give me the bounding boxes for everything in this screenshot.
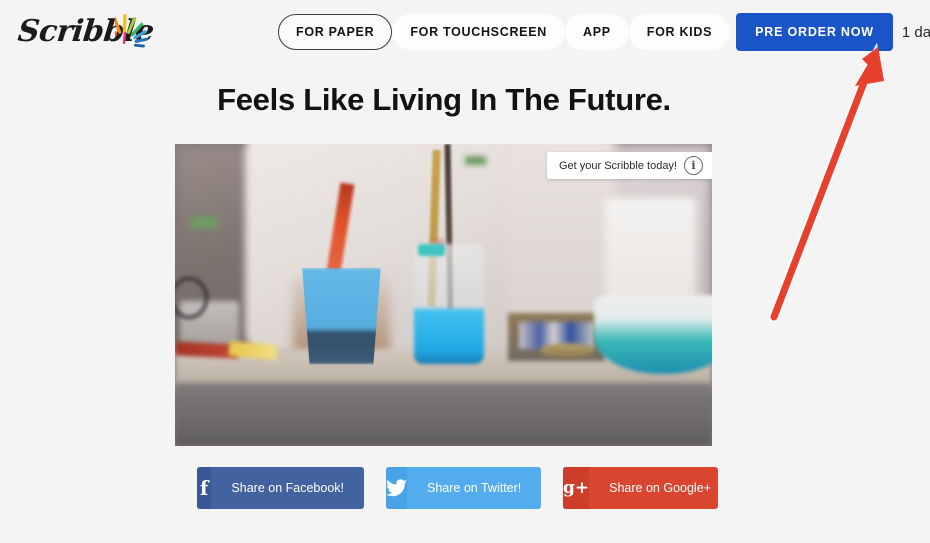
- share-googleplus-button[interactable]: g+ Share on Google+: [563, 467, 718, 509]
- twitter-icon: [386, 467, 407, 509]
- nav-item-for-kids[interactable]: FOR KIDS: [628, 14, 731, 50]
- video-still: [175, 144, 712, 446]
- site-logo[interactable]: Scribble: [16, 10, 155, 56]
- video-player[interactable]: Get your Scribble today! i: [175, 144, 712, 446]
- share-facebook-label: Share on Facebook!: [231, 481, 344, 495]
- twitter-bird-glyph: [386, 479, 407, 497]
- nav-item-label: FOR TOUCHSCREEN: [410, 25, 547, 39]
- info-icon-glyph: i: [691, 159, 696, 172]
- pre-order-now-button[interactable]: PRE ORDER NOW: [736, 13, 893, 51]
- share-twitter-label: Share on Twitter!: [427, 481, 522, 495]
- share-googleplus-label: Share on Google+: [609, 481, 711, 495]
- google-plus-icon-glyph: g+: [563, 478, 590, 498]
- page-root: Scribble FOR PAPER FOR TOUCHSCREEN APP F…: [0, 0, 930, 543]
- share-facebook-button[interactable]: f Share on Facebook!: [197, 467, 364, 509]
- nav-item-label: FOR KIDS: [646, 25, 713, 39]
- countdown-label: 1 day left: [901, 23, 930, 41]
- page-title: Feels Like Living In The Future.: [217, 82, 671, 117]
- color-burst-icon: [115, 14, 148, 48]
- main-navigation: FOR PAPER FOR TOUCHSCREEN APP FOR KIDS P…: [278, 13, 930, 51]
- pre-order-label: PRE ORDER NOW: [755, 25, 874, 39]
- nav-item-label: FOR PAPER: [296, 25, 375, 39]
- info-icon[interactable]: i: [684, 156, 703, 175]
- nav-item-for-paper[interactable]: FOR PAPER: [278, 14, 393, 50]
- facebook-icon: f: [197, 467, 212, 509]
- share-button-row: f Share on Facebook! Share on Twitter! g…: [197, 467, 718, 509]
- share-twitter-button[interactable]: Share on Twitter!: [386, 467, 541, 509]
- nav-item-label: APP: [582, 25, 611, 39]
- google-plus-icon: g+: [563, 467, 590, 509]
- site-header: Scribble FOR PAPER FOR TOUCHSCREEN APP F…: [0, 0, 930, 64]
- nav-item-for-touchscreen[interactable]: FOR TOUCHSCREEN: [392, 14, 565, 50]
- nav-item-app[interactable]: APP: [564, 14, 629, 50]
- video-cta-badge-label: Get your Scribble today!: [558, 159, 677, 172]
- video-cta-badge[interactable]: Get your Scribble today! i: [546, 152, 712, 179]
- facebook-icon-glyph: f: [199, 476, 209, 500]
